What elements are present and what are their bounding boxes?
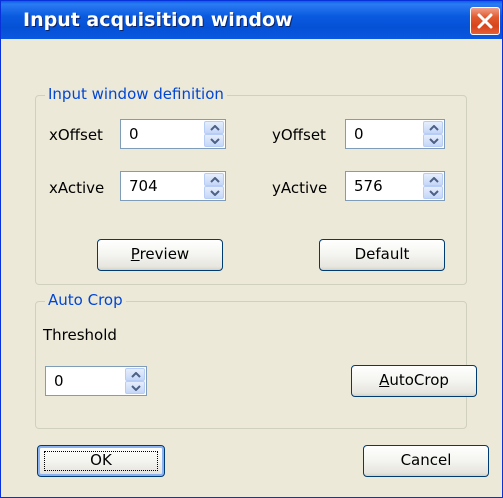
- yoffset-spin-down-button[interactable]: [423, 134, 443, 147]
- spin-up-icon: [429, 177, 439, 183]
- window-title: Input acquisition window: [23, 9, 293, 31]
- default-label: Default: [354, 245, 410, 263]
- yoffset-value[interactable]: 0: [354, 125, 364, 143]
- xoffset-spin-down-button[interactable]: [204, 134, 224, 147]
- preview-button[interactable]: Preview: [97, 239, 223, 271]
- title-bar[interactable]: Input acquisition window: [1, 1, 502, 39]
- threshold-value[interactable]: 0: [54, 372, 64, 390]
- xoffset-spinbox[interactable]: 0: [120, 119, 226, 149]
- xoffset-spin-up-button[interactable]: [204, 121, 224, 134]
- xoffset-label: xOffset: [49, 126, 103, 144]
- spin-up-icon: [131, 372, 141, 378]
- threshold-label: Threshold: [43, 326, 117, 344]
- yactive-spinbox[interactable]: 576: [345, 171, 445, 201]
- yoffset-label: yOffset: [272, 126, 326, 144]
- threshold-spin-up-button[interactable]: [125, 368, 145, 381]
- preview-mnemonic: P: [130, 245, 140, 263]
- input-window-definition-legend: Input window definition: [45, 85, 227, 103]
- xoffset-value[interactable]: 0: [129, 125, 139, 143]
- yactive-spin-down-button[interactable]: [423, 186, 443, 199]
- spin-up-icon: [210, 177, 220, 183]
- spin-up-icon: [429, 125, 439, 131]
- xactive-value[interactable]: 704: [129, 177, 158, 195]
- yoffset-spin-up-button[interactable]: [423, 121, 443, 134]
- autocrop-label-rest: utoCrop: [389, 371, 449, 389]
- yoffset-spinbox[interactable]: 0: [345, 119, 445, 149]
- dialog-window: Input acquisition window Input window de…: [0, 0, 503, 498]
- threshold-spinbox[interactable]: 0: [45, 366, 147, 396]
- yactive-value[interactable]: 576: [354, 177, 383, 195]
- spin-down-icon: [429, 190, 439, 196]
- cancel-button[interactable]: Cancel: [363, 445, 489, 477]
- ok-label: OK: [90, 451, 112, 469]
- spin-up-icon: [210, 125, 220, 131]
- close-button[interactable]: [470, 7, 500, 35]
- default-button[interactable]: Default: [319, 239, 445, 271]
- spin-down-icon: [131, 385, 141, 391]
- yactive-label: yActive: [272, 179, 328, 197]
- xactive-spinbox[interactable]: 704: [120, 171, 226, 201]
- threshold-spin-down-button[interactable]: [125, 381, 145, 394]
- autocrop-mnemonic: A: [379, 371, 390, 389]
- xactive-spin-down-button[interactable]: [204, 186, 224, 199]
- xactive-label: xActive: [49, 179, 105, 197]
- xactive-spin-up-button[interactable]: [204, 173, 224, 186]
- ok-button[interactable]: OK: [37, 445, 165, 477]
- spin-down-icon: [210, 190, 220, 196]
- spin-down-icon: [429, 138, 439, 144]
- close-icon: [477, 13, 493, 29]
- spin-down-icon: [210, 138, 220, 144]
- auto-crop-legend: Auto Crop: [45, 291, 126, 309]
- cancel-label: Cancel: [400, 451, 452, 469]
- autocrop-button[interactable]: AutoCrop: [351, 365, 477, 397]
- yactive-spin-up-button[interactable]: [423, 173, 443, 186]
- preview-label-rest: review: [139, 245, 190, 263]
